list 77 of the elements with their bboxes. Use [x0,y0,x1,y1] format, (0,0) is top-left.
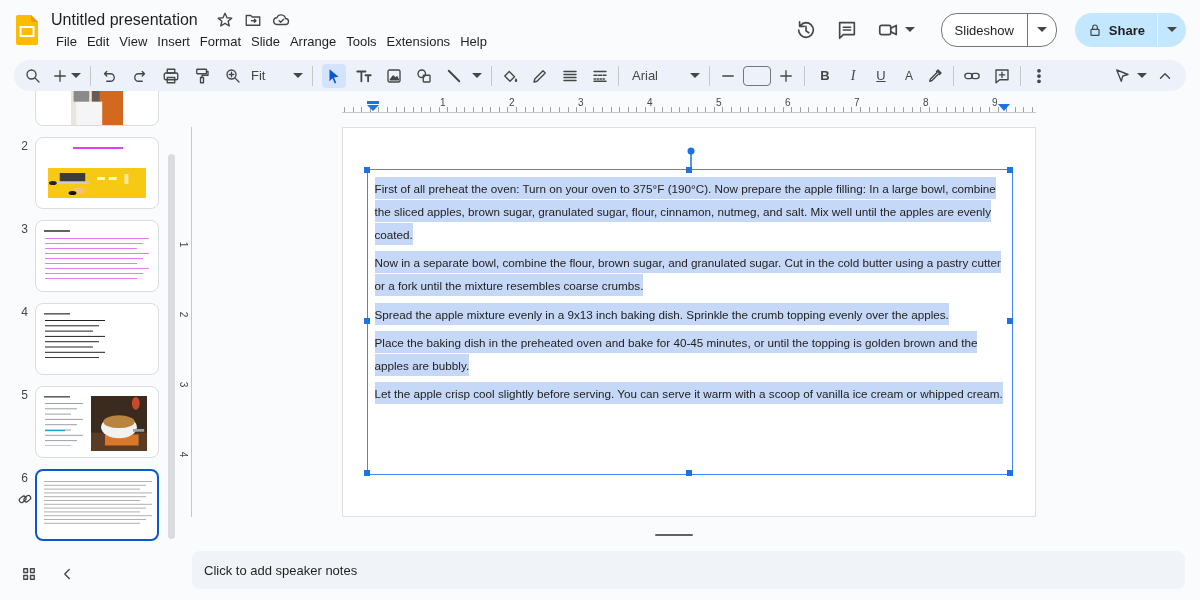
caret-icon[interactable] [1036,27,1047,33]
shapes-icon [415,66,433,85]
ruler-number: 2 [178,311,189,318]
ruler-number: 5 [715,97,722,108]
menu-item[interactable]: Insert [152,32,195,52]
resize-handle[interactable] [364,469,370,476]
paragraph: Let the apple crisp cool slightly before serving. You can serve it warm with a scoop of vanilla ice cream or whipped cream. [374,381,1006,405]
caret-icon[interactable] [71,72,81,79]
caret-icon[interactable] [293,72,303,79]
resize-handle[interactable] [1007,469,1013,476]
resize-handle[interactable] [364,318,370,324]
ruler-number: 2 [508,97,515,108]
font-size-field[interactable] [743,65,771,86]
menu-item[interactable]: Help [455,32,492,52]
slide-number: 4 [21,305,28,319]
print-icon[interactable] [162,66,180,85]
ruler-number: 8 [922,97,929,108]
slide-canvas[interactable] [341,127,1036,517]
vertical-ruler[interactable]: 1 2 3 4 [176,127,192,517]
font-dropdown[interactable]: Arial [632,68,700,83]
format-button[interactable]: B [814,68,836,83]
ruler-number: 9 [991,97,998,108]
slide-number: 2 [21,139,28,153]
text-lines-drawing [44,313,105,358]
caret-icon[interactable] [1137,72,1147,79]
speaker-notes-field[interactable]: Click to add speaker notes [192,551,1185,589]
image-icon [385,66,403,85]
search-icon[interactable] [24,66,42,85]
tool-button[interactable] [322,63,346,88]
slide-number: 3 [21,222,28,236]
scrollbar[interactable] [168,154,175,539]
zoom-icon[interactable] [224,66,242,85]
paint-roller-icon[interactable] [193,66,211,85]
add-comment-icon[interactable] [993,66,1011,85]
text-lines-drawing [73,147,123,149]
resize-handle[interactable] [364,166,370,173]
grid-view-icon[interactable] [20,565,38,583]
presentation-title[interactable]: Untitled presentation [51,10,198,29]
menu-item[interactable]: Tools [341,32,382,52]
format-button[interactable]: I [842,67,864,84]
slide-number: 6 [21,471,28,485]
text-lines-drawing [44,396,84,446]
caret-icon[interactable] [1167,27,1177,33]
text-box[interactable] [366,169,1013,475]
ruler-number: 4 [178,451,189,458]
resize-handle[interactable] [1007,318,1013,324]
menu-item[interactable]: Edit [81,32,115,52]
menu-item[interactable]: File [51,32,82,52]
ruler-number: 1 [439,97,446,108]
resize-handle[interactable] [685,469,692,476]
format-button[interactable]: U [870,68,892,83]
menu-item[interactable]: Format [194,32,246,52]
menu-item[interactable]: Extensions [381,32,456,52]
menu-item[interactable]: Slide [246,32,285,52]
caret-icon[interactable] [690,72,700,79]
indent-marker-icon[interactable] [366,101,379,111]
resize-handle[interactable] [685,166,692,173]
menu-item[interactable]: Arrange [284,32,342,52]
ruler-number: 3 [178,381,189,388]
zoom-dropdown[interactable]: Fit [251,68,303,83]
margin-marker-icon[interactable] [997,104,1010,111]
slide-number: 5 [21,388,28,402]
ruler-number: 4 [646,97,653,108]
ruler-number: 6 [784,97,791,108]
star-icon[interactable] [215,10,234,29]
resize-handle[interactable] [1007,166,1013,173]
menu-item[interactable]: View [114,32,153,52]
horizontal-ruler[interactable]: 1 2 3 4 5 6 7 8 9 [341,97,1036,113]
rotate-handle[interactable] [686,147,695,169]
caret-icon[interactable] [472,72,482,79]
format-button[interactable]: A [898,68,920,83]
ruler-number: 3 [577,97,584,108]
caret-icon[interactable] [904,27,915,33]
slide-thumbnail[interactable] [35,469,159,541]
ruler-number: 7 [853,97,860,108]
pointer-icon[interactable] [1113,66,1131,85]
ruler-number: 1 [178,241,189,248]
